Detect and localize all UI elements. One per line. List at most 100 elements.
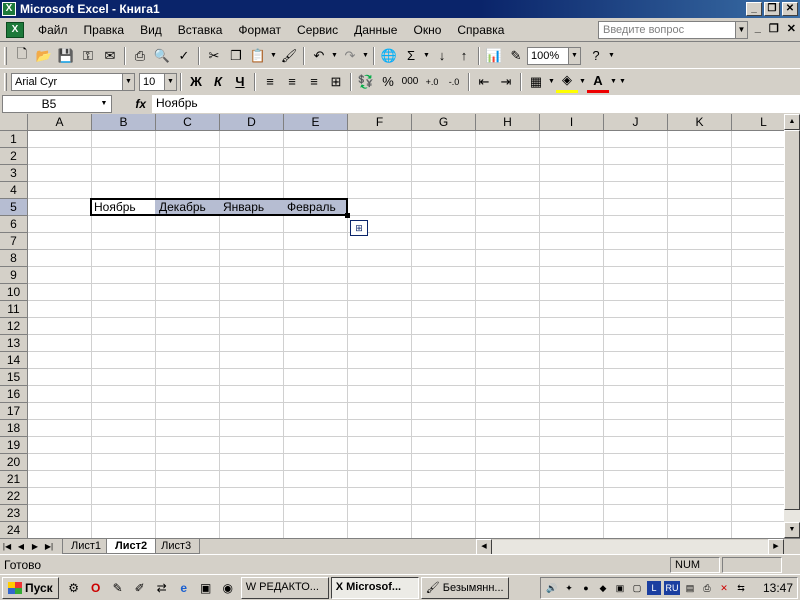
quicklaunch-network-icon[interactable]: ⇄ <box>151 577 173 599</box>
row-header-11[interactable]: 11 <box>0 301 28 318</box>
scroll-down-icon[interactable]: ▼ <box>784 522 800 538</box>
increase-indent-icon[interactable]: ⇥ <box>495 71 517 93</box>
align-left-icon[interactable]: ≡ <box>259 71 281 93</box>
row-header-23[interactable]: 23 <box>0 505 28 522</box>
row-header-12[interactable]: 12 <box>0 318 28 335</box>
menu-window[interactable]: Окно <box>405 23 449 37</box>
undo-icon[interactable]: ↶ <box>308 45 330 67</box>
thousands-icon[interactable]: 000 <box>399 71 421 93</box>
tray-color-icon[interactable]: ● <box>579 581 593 595</box>
column-header-k[interactable]: K <box>668 114 732 131</box>
chevron-down-icon[interactable]: ▼ <box>578 78 587 85</box>
taskbar-paint-button[interactable]: 🖌 Безымянн... <box>420 576 509 599</box>
chart-wizard-icon[interactable]: 📊 <box>483 45 505 67</box>
percent-icon[interactable]: % <box>377 71 399 93</box>
row-header-2[interactable]: 2 <box>0 148 28 165</box>
tray-l-icon[interactable]: L <box>647 581 661 595</box>
cell-b5[interactable]: Ноябрь <box>92 200 155 214</box>
doc-close-button[interactable]: ✕ <box>787 22 796 35</box>
decrease-indent-icon[interactable]: ⇤ <box>473 71 495 93</box>
merge-center-icon[interactable]: ⊞ <box>325 71 347 93</box>
doc-minimize-button[interactable]: _ <box>755 22 761 35</box>
hyperlink-icon[interactable]: 🌐 <box>378 45 400 67</box>
open-icon[interactable]: 📂 <box>33 45 55 67</box>
start-button[interactable]: Пуск <box>2 576 59 599</box>
email-icon[interactable]: ✉ <box>99 45 121 67</box>
column-header-j[interactable]: J <box>604 114 668 131</box>
toolbar-grip[interactable] <box>4 72 7 91</box>
row-header-1[interactable]: 1 <box>0 131 28 148</box>
name-box[interactable]: B5 ▼ <box>2 95 112 113</box>
tab-sheet2[interactable]: Лист2 <box>106 539 157 554</box>
chevron-down-icon[interactable]: ▼ <box>97 96 111 112</box>
chevron-down-icon[interactable]: ▼ <box>422 52 431 59</box>
font-size-select[interactable]: 10 ▼ <box>139 72 177 91</box>
row-header-5[interactable]: 5 <box>0 199 28 216</box>
permission-icon[interactable]: ⚿ <box>77 45 99 67</box>
format-painter-icon[interactable]: 🖌 <box>278 45 300 67</box>
row-header-24[interactable]: 24 <box>0 522 28 538</box>
tray-window-icon[interactable]: ▢ <box>630 581 644 595</box>
tray-network-icon[interactable]: ◆ <box>596 581 610 595</box>
scroll-right-icon[interactable]: ▶ <box>768 539 784 555</box>
last-sheet-icon[interactable]: ▶| <box>42 542 56 551</box>
workbook-icon[interactable]: X <box>6 21 24 38</box>
chevron-down-icon[interactable]: ▼ <box>122 73 134 90</box>
tray-connection-icon[interactable]: ✕ <box>717 581 731 595</box>
volume-icon[interactable]: 🔊 <box>545 581 559 595</box>
tray-sync-icon[interactable]: ⇆ <box>734 581 748 595</box>
cut-icon[interactable]: ✂ <box>203 45 225 67</box>
column-header-d[interactable]: D <box>220 114 284 131</box>
print-icon[interactable]: ⎙ <box>129 45 151 67</box>
toolbar-options-icon[interactable]: ▼ <box>618 78 627 85</box>
new-icon[interactable]: 🗋 <box>11 45 33 67</box>
row-header-15[interactable]: 15 <box>0 369 28 386</box>
column-header-g[interactable]: G <box>412 114 476 131</box>
close-button[interactable]: ✕ <box>782 2 798 16</box>
cell-gridlines[interactable] <box>28 131 784 538</box>
zoom-select[interactable]: 100% ▼ <box>527 46 581 65</box>
select-all-button[interactable] <box>0 114 28 131</box>
row-header-16[interactable]: 16 <box>0 386 28 403</box>
row-header-17[interactable]: 17 <box>0 403 28 420</box>
align-right-icon[interactable]: ≡ <box>303 71 325 93</box>
insert-function-icon[interactable]: fx <box>112 97 152 111</box>
chevron-down-icon[interactable]: ▼ <box>361 52 370 59</box>
autofill-options-button[interactable]: ⊞ <box>350 220 368 236</box>
prev-sheet-icon[interactable]: ◀ <box>14 542 28 551</box>
help-search-input[interactable]: Введите вопрос ▼ <box>598 21 748 39</box>
row-header-22[interactable]: 22 <box>0 488 28 505</box>
bold-icon[interactable]: Ж <box>185 71 207 93</box>
row-header-9[interactable]: 9 <box>0 267 28 284</box>
taskbar-excel-button[interactable]: X Microsof... <box>330 576 419 599</box>
next-sheet-icon[interactable]: ▶ <box>28 542 42 551</box>
language-indicator[interactable]: RU <box>664 581 680 595</box>
quicklaunch-app-icon[interactable]: ⚙ <box>63 577 85 599</box>
menu-format[interactable]: Формат <box>230 23 289 37</box>
restore-button[interactable]: ❐ <box>764 2 780 16</box>
sort-asc-icon[interactable]: ↓ <box>431 45 453 67</box>
italic-icon[interactable]: К <box>207 71 229 93</box>
align-center-icon[interactable]: ≡ <box>281 71 303 93</box>
row-header-7[interactable]: 7 <box>0 233 28 250</box>
internet-explorer-icon[interactable]: e <box>173 577 195 599</box>
row-header-19[interactable]: 19 <box>0 437 28 454</box>
cell-d5[interactable]: Январь <box>221 200 284 214</box>
vertical-scroll-thumb[interactable] <box>784 130 800 510</box>
tab-sheet1[interactable]: Лист1 <box>62 539 111 554</box>
chevron-down-icon[interactable]: ▼ <box>735 22 747 38</box>
scroll-up-icon[interactable]: ▲ <box>784 114 800 130</box>
scroll-left-icon[interactable]: ◀ <box>476 539 492 555</box>
chevron-down-icon[interactable]: ▼ <box>568 47 580 64</box>
underline-icon[interactable]: Ч <box>229 71 251 93</box>
save-icon[interactable]: 💾 <box>55 45 77 67</box>
doc-restore-button[interactable]: ❐ <box>769 22 779 35</box>
menu-tools[interactable]: Сервис <box>289 23 346 37</box>
spelling-icon[interactable]: ✓ <box>173 45 195 67</box>
first-sheet-icon[interactable]: |◀ <box>0 542 14 551</box>
row-header-20[interactable]: 20 <box>0 454 28 471</box>
row-header-8[interactable]: 8 <box>0 250 28 267</box>
chevron-down-icon[interactable]: ▼ <box>609 78 618 85</box>
row-header-13[interactable]: 13 <box>0 335 28 352</box>
currency-icon[interactable]: 💱 <box>355 71 377 93</box>
